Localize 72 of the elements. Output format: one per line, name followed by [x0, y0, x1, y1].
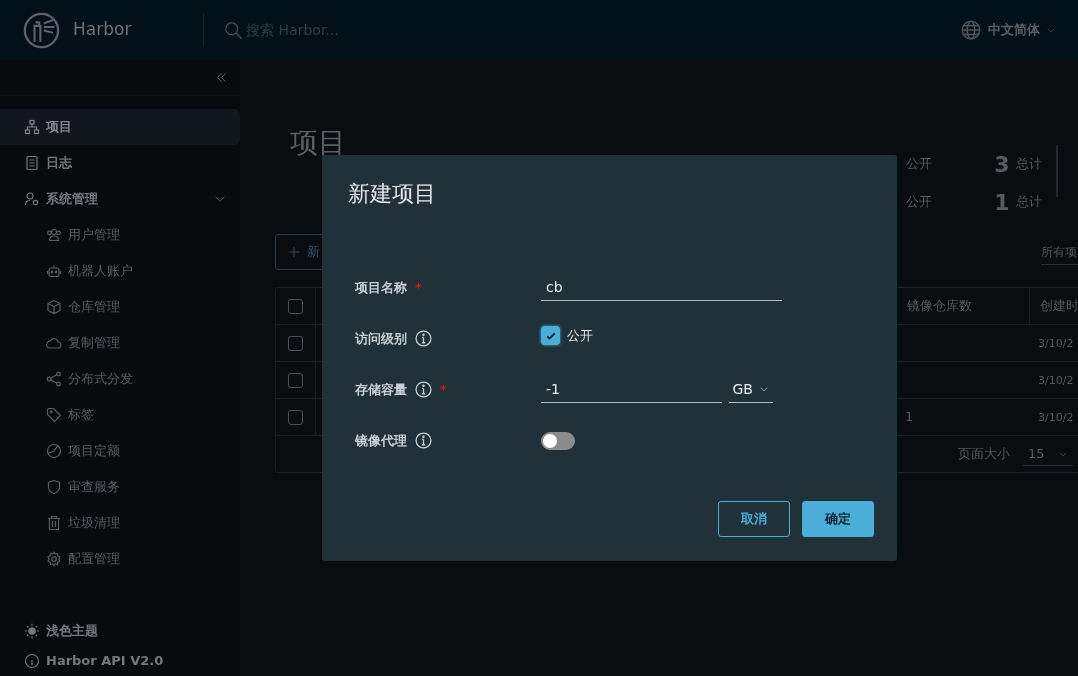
globe-icon [961, 20, 981, 40]
info-icon [24, 653, 40, 669]
row-checkbox[interactable] [288, 335, 303, 351]
brand-name: Harbor [73, 18, 132, 42]
stat-label: 公开 [906, 193, 934, 212]
collapse-icon[interactable] [215, 71, 228, 84]
cloud-icon [46, 335, 62, 351]
page-size-label: 页面大小 [958, 445, 1010, 464]
lighthouse-logo-icon [23, 11, 60, 49]
field-label: 项目名称 [355, 278, 407, 297]
stat-label: 公开 [906, 155, 934, 174]
sidebar-item[interactable]: 机器人账户 [0, 253, 240, 289]
sidebar-footer-link[interactable]: 浅色主题 [0, 616, 240, 646]
checkbox-label: 公开 [566, 326, 593, 345]
page-size-select[interactable]: 15 [1023, 441, 1073, 467]
row-checkbox[interactable] [288, 409, 303, 425]
chevron-down-icon [759, 384, 770, 394]
column-header: 镜像仓库数 [907, 297, 972, 316]
page-title: 项目 [290, 125, 346, 161]
sidebar-item[interactable]: 项目定额 [0, 433, 240, 469]
sidebar-item[interactable]: 审查服务 [0, 469, 240, 505]
sidebar-item[interactable]: 系统管理 [0, 181, 240, 217]
sitemap-icon [24, 119, 40, 135]
unit-select[interactable]: GB [728, 376, 774, 403]
cube-icon [46, 299, 62, 315]
sun-icon [24, 623, 40, 639]
sidebar-item[interactable]: 配置管理 [0, 541, 240, 577]
sidebar-item[interactable]: 标签 [0, 397, 240, 433]
table-cell: 3/10/2 [1038, 337, 1074, 351]
proxy-toggle[interactable] [541, 431, 575, 450]
confirm-button[interactable]: 确定 [802, 501, 874, 537]
share-icon [46, 371, 62, 387]
plus-icon [288, 246, 300, 258]
required-mark: * [440, 380, 447, 399]
dialog-title: 新建项目 [348, 180, 437, 208]
sidebar-item[interactable]: 垃圾清理 [0, 505, 240, 541]
robot-icon [46, 263, 62, 279]
user-gear-icon [24, 191, 40, 207]
table-cell: 3/10/2 [1038, 374, 1074, 388]
sidebar-footer-link[interactable]: Harbor API V2.0 [0, 646, 240, 676]
public-checkbox[interactable] [541, 326, 560, 345]
stat-value: 1 [994, 188, 1010, 217]
required-mark: * [415, 278, 422, 297]
cancel-button[interactable]: 取消 [718, 501, 790, 537]
stat-label: 总计 [1016, 155, 1042, 174]
stat-value: 3 [994, 150, 1010, 179]
field-label: 访问级别 [355, 329, 407, 348]
shield-icon [46, 479, 62, 495]
field-label: 存储容量 [355, 380, 407, 399]
row-checkbox[interactable] [288, 298, 303, 314]
project-name-field[interactable]: cb [541, 274, 782, 301]
sidebar-item[interactable]: 复制管理 [0, 325, 240, 361]
document-icon [24, 155, 40, 171]
filter-dropdown[interactable]: 所有项 [1041, 239, 1078, 265]
quota-field[interactable]: -1 [541, 376, 722, 403]
table-cell: 3/10/2 [1038, 411, 1074, 425]
sidebar-item[interactable]: 项目 [0, 109, 240, 145]
stat-label: 总计 [1016, 193, 1042, 212]
search-icon [223, 20, 243, 40]
tag-icon [46, 407, 62, 423]
row-checkbox[interactable] [288, 372, 303, 388]
sidebar-item[interactable]: 用户管理 [0, 217, 240, 253]
sidebar-item[interactable]: 分布式分发 [0, 361, 240, 397]
sidebar-item[interactable]: 仓库管理 [0, 289, 240, 325]
field-label: 镜像代理 [355, 431, 407, 450]
language-menu[interactable]: 中文简体 [961, 20, 1056, 40]
column-header: 创建时 [1040, 297, 1078, 316]
sidebar-item[interactable]: 日志 [0, 145, 240, 181]
chevron-down-icon [1046, 25, 1056, 35]
users-icon [46, 227, 62, 243]
table-cell: 1 [905, 409, 914, 425]
trash-icon [46, 515, 62, 531]
